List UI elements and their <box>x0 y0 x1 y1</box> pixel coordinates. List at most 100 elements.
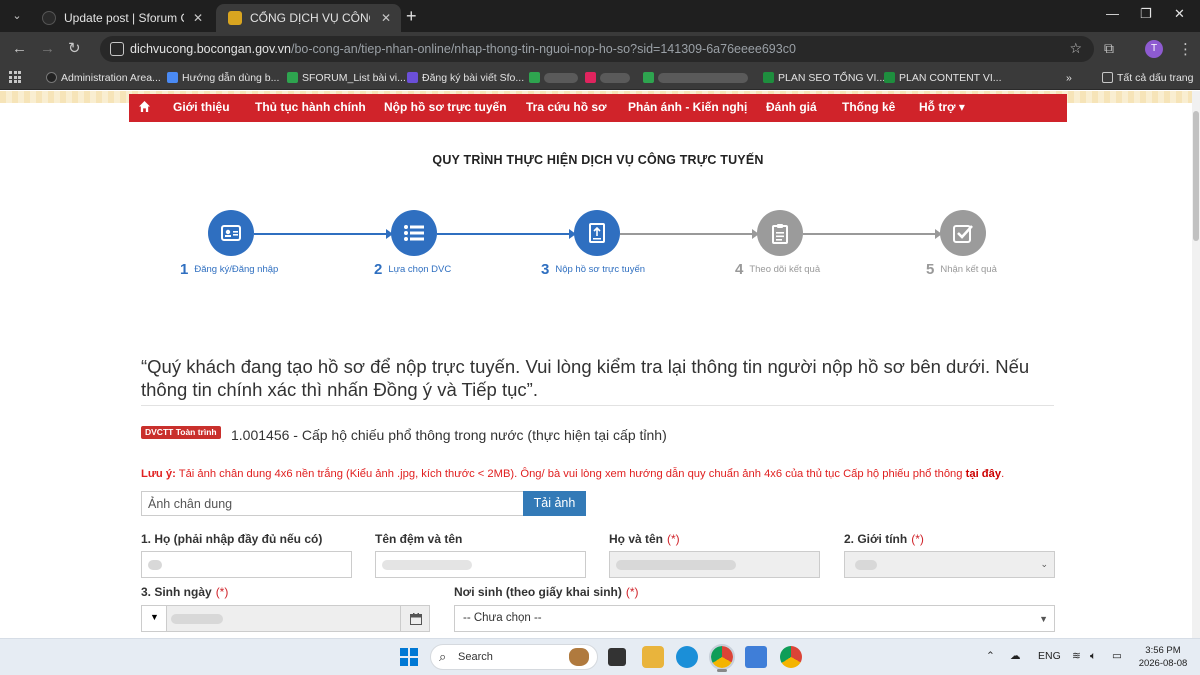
taskbar-clock[interactable]: 3:56 PM 2026-08-08 <box>1137 644 1189 670</box>
bookmark-item-blurred[interactable] <box>585 70 630 86</box>
extensions-icon[interactable]: ⧉ <box>1104 40 1114 57</box>
taskbar: ⌕ Search ⌃ ☁ ENG ≋ 🔈︎ ▭ 3:56 PM 2026-08-0… <box>0 638 1200 675</box>
id-card-icon <box>221 225 241 241</box>
calendar-icon[interactable] <box>400 605 430 632</box>
search-highlight-icon <box>569 648 589 666</box>
tab-dichvucong[interactable]: CỔNG DỊCH VỤ CÔNG TRỰC TU ✕ <box>216 4 401 32</box>
tab-close-icon[interactable]: ✕ <box>381 4 391 32</box>
sforum-favicon-icon <box>42 11 56 25</box>
ten-input[interactable] <box>375 551 586 578</box>
bookmark-item[interactable]: Administration Area... <box>46 70 161 86</box>
step-4-circle <box>757 210 803 256</box>
store-icon[interactable] <box>745 646 767 668</box>
step-5-label: 5 Nhận kết quả <box>926 261 997 278</box>
nav-item-tra-cuu[interactable]: Tra cứu hồ sơ <box>526 94 607 122</box>
taskbar-search[interactable]: ⌕ Search <box>430 644 598 670</box>
page-scrollbar[interactable] <box>1192 91 1200 638</box>
nav-item-phan-anh[interactable]: Phản ánh - Kiến nghị <box>628 94 747 122</box>
step-3-circle <box>574 210 620 256</box>
bookmark-item[interactable]: Hướng dẫn dùng b... <box>167 70 279 86</box>
bookmark-item[interactable]: PLAN SEO TỔNG VI... <box>763 70 885 86</box>
onedrive-icon[interactable]: ☁ <box>1010 650 1021 662</box>
service-badge: DVCTT Toàn trình <box>141 426 221 439</box>
nav-item-gioi-thieu[interactable]: Giới thiệu <box>173 94 230 122</box>
nav-item-danh-gia[interactable]: Đánh giá <box>766 94 817 122</box>
service-name: 1.001456 - Cấp hộ chiếu phổ thông trong … <box>231 427 667 443</box>
clipboard-icon <box>772 224 788 244</box>
tab-close-icon[interactable]: ✕ <box>193 4 203 32</box>
gioitinh-label: 2. Giới tính (*) <box>844 532 924 546</box>
browser-toolbar: ← → ↻ dichvucong.bocongan.gov.vn/bo-cong… <box>0 32 1200 66</box>
apps-grid-icon[interactable] <box>9 71 21 83</box>
bookmark-item-blurred[interactable] <box>529 70 578 86</box>
wifi-icon[interactable]: ≋ <box>1072 650 1081 662</box>
active-app-indicator <box>717 669 727 672</box>
new-tab-button[interactable]: + <box>406 6 417 26</box>
gioitinh-select[interactable]: ⌄ <box>844 551 1055 578</box>
forward-arrow-icon[interactable]: → <box>40 40 55 58</box>
bookmark-item[interactable]: Đăng ký bài viết Sfo... <box>407 70 524 86</box>
nav-item-thu-tuc[interactable]: Thủ tục hành chính <box>255 94 366 122</box>
all-bookmarks[interactable]: Tất cả dấu trang <box>1102 70 1193 86</box>
date-format-select[interactable]: ▼ <box>141 605 167 632</box>
ho-input[interactable] <box>141 551 352 578</box>
bookmark-item-blurred[interactable] <box>643 70 748 86</box>
portrait-photo-field[interactable]: Ảnh chân dung <box>141 491 523 516</box>
tray-overflow-icon[interactable]: ⌃ <box>986 650 995 662</box>
nav-item-ho-tro[interactable]: Hỗ trợ ▾ <box>919 94 965 122</box>
hoten-label: Họ và tên (*) <box>609 532 680 546</box>
language-indicator[interactable]: ENG <box>1038 650 1061 662</box>
checkbox-checked-icon <box>953 225 973 243</box>
back-arrow-icon[interactable]: ← <box>12 40 27 58</box>
step-connector <box>254 233 388 235</box>
tab-title: Update post | Sforum CMS <box>64 11 184 25</box>
profile-avatar[interactable]: T <box>1145 40 1163 58</box>
tab-title: CỔNG DỊCH VỤ CÔNG TRỰC TU <box>250 11 370 25</box>
edge-icon[interactable] <box>676 646 698 668</box>
chrome-profile-icon[interactable] <box>780 646 802 668</box>
bookmarks-bar: Administration Area... Hướng dẫn dùng b.… <box>0 66 1200 90</box>
noisinh-select[interactable]: -- Chưa chọn -- ▼ <box>454 605 1055 632</box>
noisinh-label: Nơi sinh (theo giấy khai sinh) (*) <box>454 585 639 599</box>
step-2-circle <box>391 210 437 256</box>
step-1-label: 1 Đăng ký/Đăng nhập <box>180 261 279 278</box>
volume-icon[interactable]: 🔈︎ <box>1090 650 1096 663</box>
tab-search-icon[interactable]: ⌄ <box>8 7 26 25</box>
step-connector <box>620 233 754 235</box>
upload-photo-button[interactable]: Tải ảnh <box>523 491 586 516</box>
ho-label: 1. Họ (phải nhập đầy đủ nếu có) <box>141 532 323 546</box>
url-text[interactable]: dichvucong.bocongan.gov.vn/bo-cong-an/ti… <box>130 42 796 56</box>
step-connector <box>437 233 571 235</box>
battery-icon[interactable]: ▭ <box>1112 650 1122 662</box>
divider <box>141 405 1054 406</box>
caret-down-icon: ▼ <box>150 612 159 622</box>
task-view-icon[interactable] <box>608 648 626 666</box>
bookmark-item[interactable]: SFORUM_List bài vi... <box>287 70 406 86</box>
hoten-input <box>609 551 820 578</box>
menu-kebab-icon[interactable]: ⋮ <box>1178 40 1193 58</box>
search-icon: ⌕ <box>439 649 447 664</box>
site-info-icon[interactable] <box>110 42 124 56</box>
nav-item-thong-ke[interactable]: Thống kê <box>842 94 895 122</box>
bookmark-star-icon[interactable]: ☆ <box>1069 40 1082 57</box>
sinhngay-input[interactable] <box>166 605 401 632</box>
list-icon <box>404 225 424 241</box>
nav-item-nop-ho-so[interactable]: Nộp hồ sơ trực tuyến <box>384 94 507 122</box>
minimize-icon[interactable]: — <box>1106 6 1119 21</box>
reload-icon[interactable]: ↻ <box>68 40 81 58</box>
tab-sforum[interactable]: Update post | Sforum CMS ✕ <box>30 4 213 32</box>
file-explorer-icon[interactable] <box>642 646 664 668</box>
process-title: QUY TRÌNH THỰC HIỆN DỊCH VỤ CÔNG TRỰC TU… <box>432 153 764 167</box>
windows-start-icon[interactable] <box>400 648 418 666</box>
bookmarks-overflow-icon[interactable]: » <box>1066 70 1072 86</box>
main-nav: Giới thiệu Thủ tục hành chính Nộp hồ sơ … <box>129 94 1067 122</box>
bookmark-item[interactable]: PLAN CONTENT VI... <box>884 70 1002 86</box>
restore-icon[interactable]: ❐ <box>1140 6 1152 22</box>
home-icon[interactable] <box>139 101 150 112</box>
step-2-label: 2 Lựa chọn DVC <box>374 261 452 278</box>
chrome-icon[interactable] <box>709 644 735 670</box>
close-window-icon[interactable]: ✕ <box>1174 6 1185 22</box>
address-bar[interactable]: dichvucong.bocongan.gov.vn/bo-cong-an/ti… <box>100 36 1094 62</box>
step-1-circle <box>208 210 254 256</box>
guide-link[interactable]: tại đây <box>966 468 1001 480</box>
